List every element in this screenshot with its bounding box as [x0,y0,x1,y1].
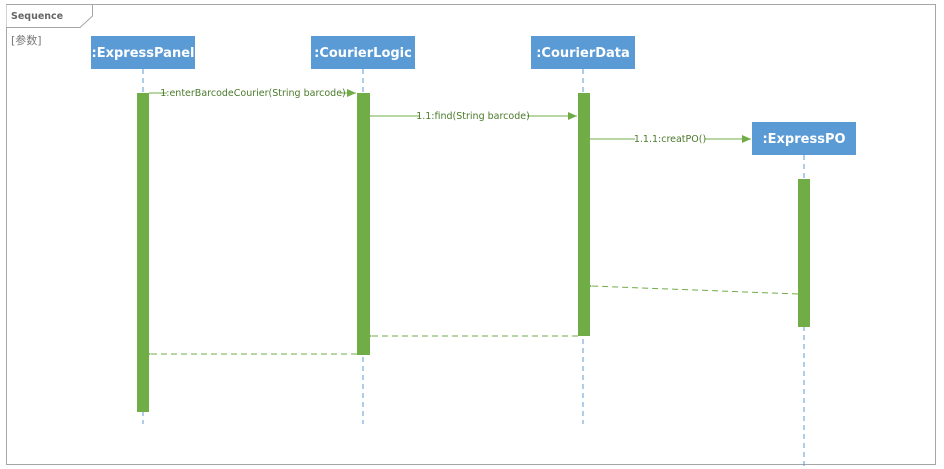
lifeline-head-express-panel[interactable]: :ExpressPanel [91,36,195,69]
sequence-diagram: Sequence [参数] :ExpressPanel :CourierLogi… [6,4,936,469]
lifeline-label-express-panel: :ExpressPanel [92,46,195,61]
lifeline-label-express-po: :ExpressPO [762,132,845,147]
frame-tag-label: Sequence [11,11,63,22]
lifeline-head-courier-logic[interactable]: :CourierLogic [311,36,415,69]
return-arrow-express-po-to-courier-data[interactable] [591,286,799,295]
activation-courier-logic[interactable] [357,93,370,355]
activation-courier-data[interactable] [578,93,590,336]
message-label-1-1: 1.1:find(String barcode) [416,111,530,122]
message-label-1: 1:enterBarcodeCourier(String barcode) [160,88,346,99]
activation-express-panel[interactable] [137,93,149,412]
frame-parameter: [参数] [11,33,42,47]
lifeline-label-courier-logic: :CourierLogic [314,46,412,61]
lifeline-head-express-po[interactable]: :ExpressPO [752,122,856,155]
message-label-1-1-1: 1.1.1:creatPO() [634,134,706,145]
lifeline-label-courier-data: :CourierData [536,46,630,61]
activation-express-po[interactable] [798,179,810,327]
lifeline-head-courier-data[interactable]: :CourierData [531,36,635,69]
